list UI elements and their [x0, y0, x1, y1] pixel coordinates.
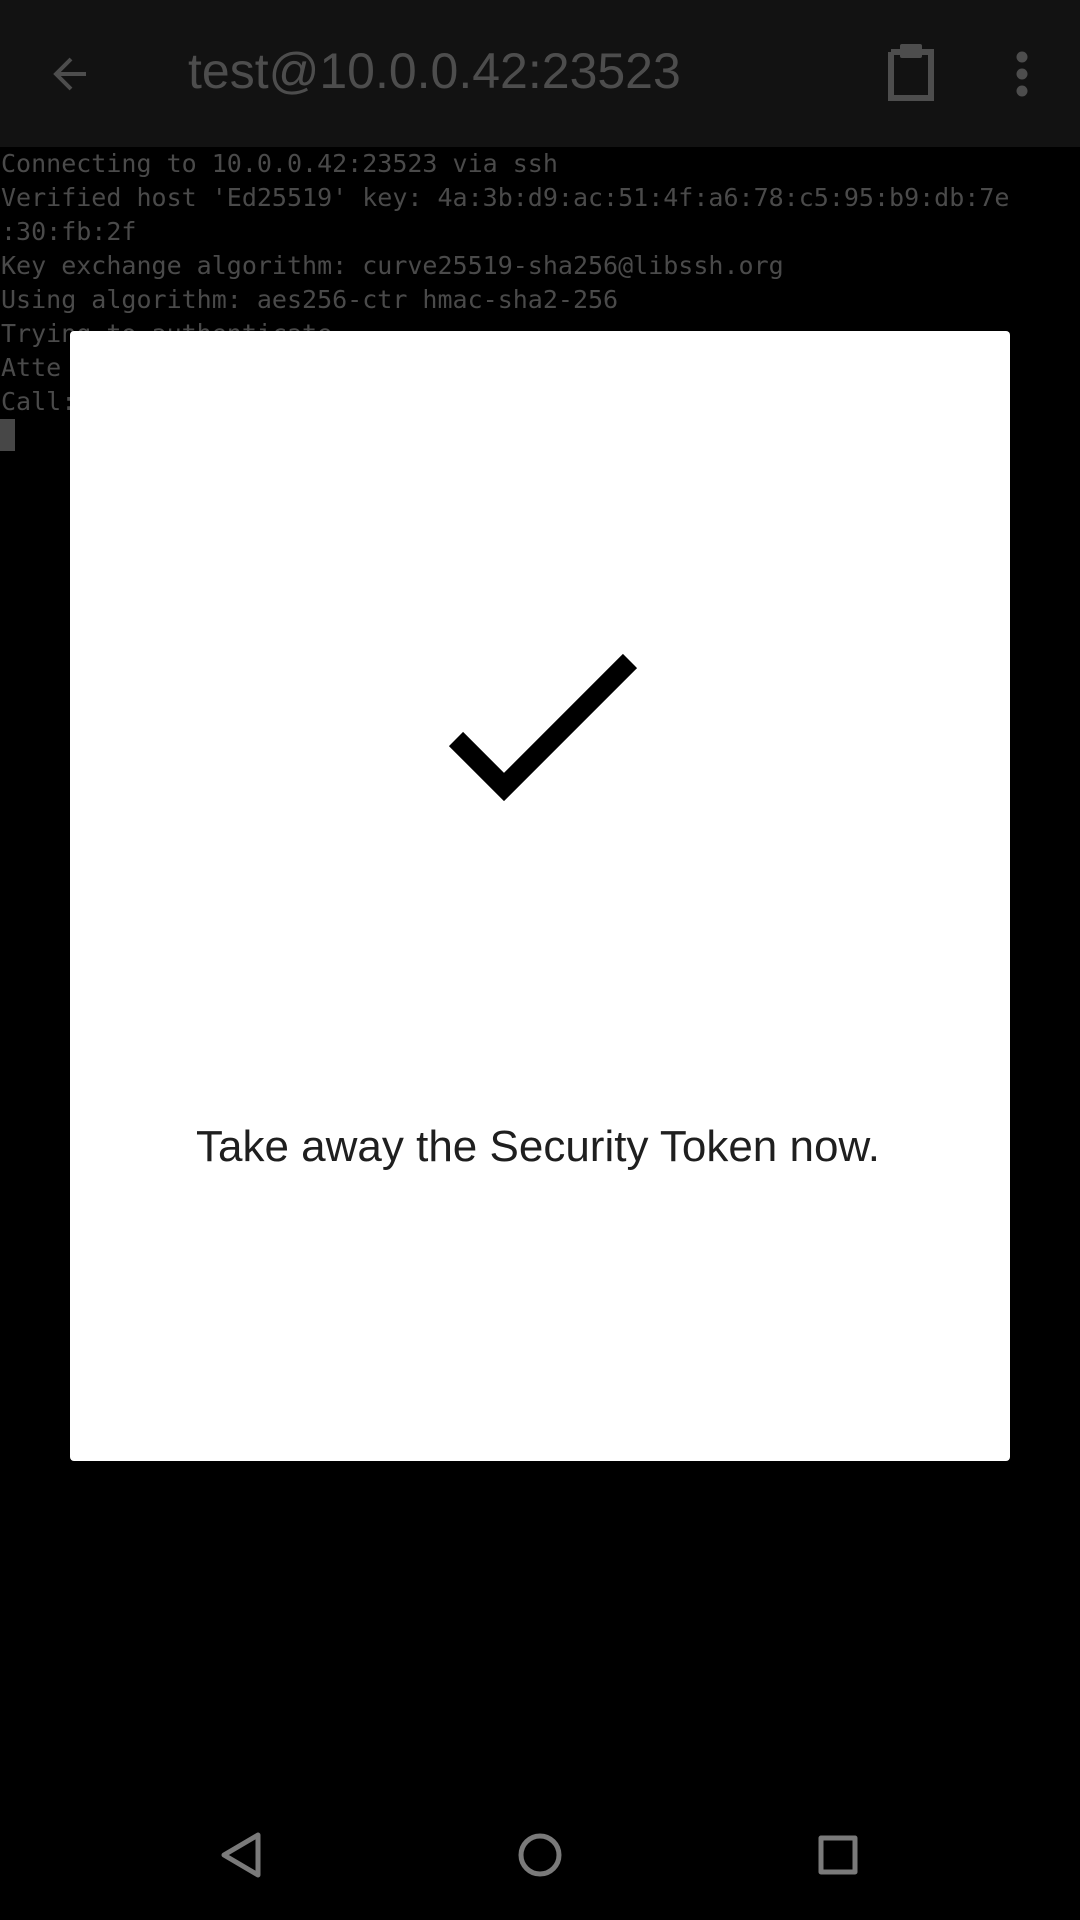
terminal-line: Key exchange algorithm: curve25519-sha25… [1, 251, 784, 280]
back-button[interactable] [40, 44, 100, 104]
clipboard-icon [888, 44, 934, 101]
app-bar: test@10.0.0.42:23523 [0, 0, 1080, 147]
nav-recents-button[interactable] [803, 1820, 873, 1890]
terminal-cursor [0, 419, 15, 451]
nav-recents-icon [818, 1835, 858, 1875]
checkmark-icon [448, 653, 638, 801]
nav-home-icon [518, 1833, 562, 1877]
clipboard-button[interactable] [880, 40, 942, 106]
system-nav-bar [0, 1790, 1080, 1920]
terminal-line: Using algorithm: aes256-ctr hmac-sha2-25… [1, 285, 619, 314]
terminal-line: :30:fb:2f [1, 217, 137, 246]
dialog-message: Take away the Security Token now. [196, 1122, 881, 1171]
terminal-line: Call: [1, 387, 77, 416]
terminal-line: Atte [1, 353, 62, 382]
connection-title: test@10.0.0.42:23523 [188, 43, 681, 99]
terminal-line: Connecting to 10.0.0.42:23523 via ssh [1, 149, 558, 178]
arrow-back-icon [53, 57, 86, 91]
nav-home-button[interactable] [505, 1820, 575, 1890]
security-token-dialog: Take away the Security Token now. [70, 331, 1010, 1461]
nav-back-icon [221, 1832, 261, 1878]
terminal-line: Verified host 'Ed25519' key: 4a:3b:d9:ac… [1, 183, 1010, 212]
overflow-menu-button[interactable] [1004, 44, 1040, 104]
more-vert-icon [1016, 51, 1028, 97]
nav-back-button[interactable] [206, 1820, 276, 1890]
